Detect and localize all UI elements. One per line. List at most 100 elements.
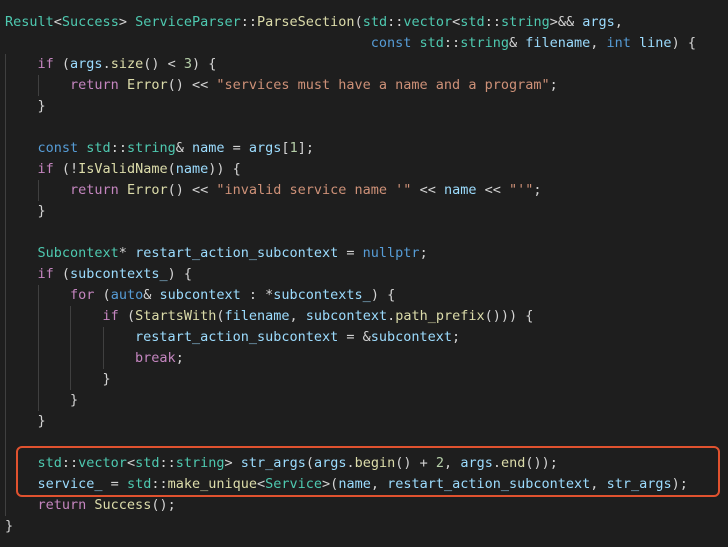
code-token: Result [5, 14, 54, 30]
code-line[interactable]: } [5, 96, 46, 117]
code-token: subcontext [159, 287, 241, 303]
highlighted-code-block [16, 446, 720, 497]
code-token: () << [167, 77, 217, 93]
code-token: const [370, 35, 420, 51]
code-token: = [338, 245, 363, 261]
code-line[interactable]: Subcontext* restart_action_subcontext = … [5, 243, 428, 264]
code-token: return [37, 497, 95, 513]
code-token: (! [61, 161, 79, 177]
code-token: std [86, 140, 111, 156]
code-token: return [70, 77, 127, 93]
code-line[interactable]: } [5, 390, 78, 411]
code-token: ( [354, 14, 363, 30]
code-token: = [224, 140, 249, 156]
code-token: , [590, 35, 607, 51]
code-line[interactable]: const std::string& name = args[1]; [5, 138, 314, 159]
code-token: < [53, 14, 62, 30]
code-token: StartsWith [135, 308, 217, 324]
code-token: subcontexts_ [70, 266, 168, 282]
code-token: "'" [508, 182, 534, 198]
code-token: :: [240, 14, 258, 30]
code-token: & [175, 140, 192, 156]
code-editor[interactable]: Result<Success> ServiceParser::ParseSect… [0, 0, 728, 547]
code-line[interactable]: for (auto& subcontext : *subcontexts_) { [5, 285, 395, 306]
code-token: Error [126, 77, 168, 93]
code-token: } [5, 518, 14, 534]
code-token: :: [387, 14, 404, 30]
code-token: "invalid service name '" [216, 182, 412, 198]
code-token: )) { [208, 161, 241, 177]
code-line[interactable]: if (!IsValidName(name)) { [5, 159, 241, 180]
code-line[interactable]: return Success(); [5, 495, 176, 516]
code-token: if [37, 56, 62, 72]
code-token: subcontext [370, 329, 453, 345]
code-token: } [37, 98, 46, 114]
code-token: name [175, 161, 209, 177]
code-token: name [192, 140, 225, 156]
code-token: ParseSection [257, 14, 355, 30]
code-token: string [460, 35, 509, 51]
code-token: () << [167, 182, 217, 198]
code-line[interactable]: } [5, 411, 46, 432]
code-token: string [500, 14, 550, 30]
code-token: ; [533, 182, 542, 198]
code-token: path_prefix [395, 308, 485, 324]
code-line[interactable]: if (StartsWith(filename, subcontext.path… [5, 306, 534, 327]
code-token: size [110, 56, 144, 72]
code-line[interactable]: } [5, 516, 13, 537]
code-token: * [118, 245, 136, 261]
code-token: if [37, 161, 62, 177]
code-line[interactable]: return Error() << "invalid service name … [5, 180, 542, 201]
code-token: Success [94, 497, 152, 513]
code-line[interactable]: const std::string& filename, int line) { [5, 33, 696, 54]
code-token: line [639, 35, 672, 51]
code-line[interactable]: return Error() << "services must have a … [5, 75, 558, 96]
code-token: args [248, 140, 282, 156]
code-token: & [508, 35, 526, 51]
code-line[interactable]: if (subcontexts_) { [5, 264, 192, 285]
code-token: ( [61, 56, 71, 72]
editor-bottom-edge [0, 537, 728, 547]
code-line[interactable]: restart_action_subcontext = &subcontext; [5, 327, 460, 348]
code-token: << [411, 182, 444, 198]
code-token: ; [175, 350, 184, 366]
code-token: restart_action_subcontext [135, 329, 339, 345]
code-token: args [70, 56, 103, 72]
code-token: ( [216, 308, 225, 324]
code-token: ; [452, 329, 461, 345]
code-token: break [135, 350, 176, 366]
code-token: ServiceParser [135, 14, 241, 30]
code-token: :: [484, 14, 501, 30]
code-line[interactable]: if (args.size() < 3) { [5, 54, 217, 75]
code-token: for [70, 287, 103, 303]
code-token: , [614, 14, 623, 30]
code-line[interactable]: } [5, 369, 111, 390]
code-token: } [37, 413, 46, 429]
code-token: IsValidName [78, 161, 168, 177]
code-token: ( [61, 266, 71, 282]
code-token: filename [224, 308, 290, 324]
code-token: :: [110, 140, 127, 156]
code-token: std [362, 14, 388, 30]
code-token: Success [61, 14, 119, 30]
code-token: > [118, 14, 136, 30]
code-line[interactable]: break; [5, 348, 184, 369]
code-token: . [387, 308, 396, 324]
code-token: auto [110, 287, 144, 303]
code-token: << [476, 182, 509, 198]
code-token: vector [403, 14, 453, 30]
code-line[interactable]: Result<Success> ServiceParser::ParseSect… [5, 12, 623, 33]
code-token: ) { [167, 266, 192, 282]
code-token: Subcontext [37, 245, 119, 261]
code-token: 3 [183, 56, 192, 72]
code-token: if [102, 308, 127, 324]
code-token: ) { [671, 35, 696, 51]
code-token: & [143, 287, 160, 303]
code-token: } [70, 392, 79, 408]
code-token: = & [338, 329, 371, 345]
code-token: subcontexts_ [273, 287, 371, 303]
code-token: >&& [549, 14, 583, 30]
code-token: ())) { [484, 308, 534, 324]
code-line[interactable]: } [5, 201, 46, 222]
